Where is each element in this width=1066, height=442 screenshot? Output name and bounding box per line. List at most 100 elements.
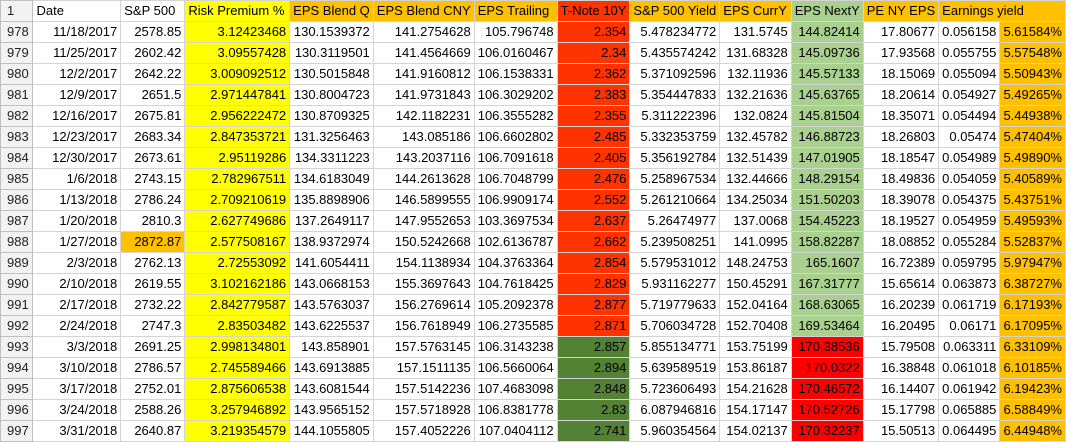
cell-earnings-yield-pct[interactable]: 5.97947% xyxy=(999,252,1066,274)
cell-sp500[interactable]: 2810.3 xyxy=(120,210,186,232)
column-header-risk-premium[interactable]: Risk Premium % xyxy=(184,0,291,22)
cell-pe-ny-eps[interactable]: 16.14407 xyxy=(862,378,940,400)
cell-sp500-yield[interactable]: 5.931162277 xyxy=(629,273,721,295)
cell-sp500-yield[interactable]: 5.356192784 xyxy=(629,147,721,169)
cell-sp500-yield[interactable]: 5.311222396 xyxy=(629,105,721,127)
cell-earnings-yield-ratio[interactable]: 0.054927 xyxy=(938,84,1001,106)
cell-eps-curry[interactable]: 152.04164 xyxy=(719,294,792,316)
row-number[interactable]: 979 xyxy=(0,42,34,64)
row-header[interactable]: 1 xyxy=(0,0,34,22)
cell-eps-curry[interactable]: 132.45782 xyxy=(719,126,792,148)
row-number[interactable]: 981 xyxy=(0,84,34,106)
cell-earnings-yield-pct[interactable]: 6.10185% xyxy=(999,357,1066,379)
cell-eps-blend-cny[interactable]: 157.5763145 xyxy=(372,336,475,358)
cell-pe-ny-eps[interactable]: 16.38848 xyxy=(862,357,940,379)
cell-eps-nexty[interactable]: 158.82287 xyxy=(790,231,864,253)
cell-sp500[interactable]: 2786.57 xyxy=(120,357,186,379)
row-number[interactable]: 980 xyxy=(0,63,34,85)
cell-eps-curry[interactable]: 154.21628 xyxy=(719,378,792,400)
cell-risk-premium[interactable]: 3.009092512 xyxy=(184,63,291,85)
cell-tnote-10y[interactable]: 2.877 xyxy=(556,294,631,316)
cell-risk-premium[interactable]: 2.782967511 xyxy=(184,168,291,190)
cell-earnings-yield-pct[interactable]: 5.61584% xyxy=(999,21,1066,43)
cell-eps-blend-cny[interactable]: 157.4052226 xyxy=(372,420,475,442)
cell-earnings-yield-ratio[interactable]: 0.054059 xyxy=(938,168,1001,190)
cell-sp500-yield[interactable]: 5.354447833 xyxy=(629,84,721,106)
cell-date[interactable]: 1/27/2018 xyxy=(32,231,122,253)
cell-eps-blend-q[interactable]: 130.5015848 xyxy=(289,63,374,85)
cell-eps-curry[interactable]: 132.21636 xyxy=(719,84,792,106)
cell-pe-ny-eps[interactable]: 18.35071 xyxy=(862,105,940,127)
cell-eps-trailing[interactable]: 106.3029202 xyxy=(473,84,558,106)
cell-earnings-yield-pct[interactable]: 6.17193% xyxy=(999,294,1066,316)
cell-eps-trailing[interactable]: 106.5660064 xyxy=(473,357,558,379)
cell-earnings-yield-ratio[interactable]: 0.063873 xyxy=(938,273,1001,295)
cell-date[interactable]: 3/3/2018 xyxy=(32,336,122,358)
cell-earnings-yield-pct[interactable]: 5.40589% xyxy=(999,168,1066,190)
cell-eps-trailing[interactable]: 106.2735585 xyxy=(473,315,558,337)
cell-date[interactable]: 1/20/2018 xyxy=(32,210,122,232)
cell-sp500-yield[interactable]: 5.371092596 xyxy=(629,63,721,85)
column-header-date[interactable]: Date xyxy=(32,0,122,22)
row-number[interactable]: 995 xyxy=(0,378,34,400)
cell-date[interactable]: 1/13/2018 xyxy=(32,189,122,211)
cell-eps-blend-q[interactable]: 143.6081544 xyxy=(289,378,374,400)
column-header-eps-nexty[interactable]: EPS NextY xyxy=(790,0,864,22)
cell-eps-blend-cny[interactable]: 150.5242668 xyxy=(372,231,475,253)
row-number[interactable]: 993 xyxy=(0,336,34,358)
cell-earnings-yield-ratio[interactable]: 0.055094 xyxy=(938,63,1001,85)
cell-eps-trailing[interactable]: 106.0160467 xyxy=(473,42,558,64)
cell-eps-blend-cny[interactable]: 147.9552653 xyxy=(372,210,475,232)
cell-eps-nexty[interactable]: 170.46572 xyxy=(790,378,864,400)
cell-eps-blend-cny[interactable]: 155.3697643 xyxy=(372,273,475,295)
cell-risk-premium[interactable]: 2.956222472 xyxy=(184,105,291,127)
cell-sp500-yield[interactable]: 6.087946816 xyxy=(629,399,721,421)
cell-eps-blend-cny[interactable]: 143.2037116 xyxy=(372,147,475,169)
cell-tnote-10y[interactable]: 2.354 xyxy=(556,21,631,43)
cell-eps-blend-q[interactable]: 130.1539372 xyxy=(289,21,374,43)
row-number[interactable]: 984 xyxy=(0,147,34,169)
cell-sp500[interactable]: 2732.22 xyxy=(120,294,186,316)
cell-eps-blend-cny[interactable]: 144.2613628 xyxy=(372,168,475,190)
cell-sp500[interactable]: 2619.55 xyxy=(120,273,186,295)
cell-eps-trailing[interactable]: 106.3555282 xyxy=(473,105,558,127)
cell-date[interactable]: 2/24/2018 xyxy=(32,315,122,337)
cell-risk-premium[interactable]: 2.998134801 xyxy=(184,336,291,358)
cell-sp500-yield[interactable]: 5.478234772 xyxy=(629,21,721,43)
cell-pe-ny-eps[interactable]: 15.65614 xyxy=(862,273,940,295)
cell-earnings-yield-pct[interactable]: 5.49593% xyxy=(999,210,1066,232)
row-number[interactable]: 992 xyxy=(0,315,34,337)
cell-earnings-yield-ratio[interactable]: 0.06171 xyxy=(938,315,1001,337)
cell-date[interactable]: 3/24/2018 xyxy=(32,399,122,421)
cell-risk-premium[interactable]: 3.12423468 xyxy=(184,21,291,43)
cell-earnings-yield-ratio[interactable]: 0.065885 xyxy=(938,399,1001,421)
row-number[interactable]: 996 xyxy=(0,399,34,421)
cell-eps-nexty[interactable]: 165.1607 xyxy=(790,252,864,274)
column-header-eps-blend-q[interactable]: EPS Blend Q xyxy=(289,0,374,22)
cell-tnote-10y[interactable]: 2.829 xyxy=(556,273,631,295)
row-number[interactable]: 978 xyxy=(0,21,34,43)
cell-eps-blend-cny[interactable]: 157.5142236 xyxy=(372,378,475,400)
cell-earnings-yield-ratio[interactable]: 0.055755 xyxy=(938,42,1001,64)
cell-eps-nexty[interactable]: 145.63765 xyxy=(790,84,864,106)
cell-pe-ny-eps[interactable]: 15.79508 xyxy=(862,336,940,358)
column-header-eps-curry[interactable]: EPS CurrY xyxy=(719,0,792,22)
cell-pe-ny-eps[interactable]: 18.26803 xyxy=(862,126,940,148)
cell-eps-curry[interactable]: 153.86187 xyxy=(719,357,792,379)
cell-earnings-yield-ratio[interactable]: 0.054494 xyxy=(938,105,1001,127)
row-number[interactable]: 997 xyxy=(0,420,34,442)
cell-earnings-yield-pct[interactable]: 5.49890% xyxy=(999,147,1066,169)
cell-eps-nexty[interactable]: 147.01905 xyxy=(790,147,864,169)
cell-earnings-yield-ratio[interactable]: 0.063311 xyxy=(938,336,1001,358)
cell-risk-premium[interactable]: 3.09557428 xyxy=(184,42,291,64)
cell-sp500[interactable]: 2602.42 xyxy=(120,42,186,64)
cell-eps-blend-q[interactable]: 138.9372974 xyxy=(289,231,374,253)
cell-earnings-yield-pct[interactable]: 5.49265% xyxy=(999,84,1066,106)
cell-eps-trailing[interactable]: 106.3143238 xyxy=(473,336,558,358)
cell-earnings-yield-pct[interactable]: 6.17095% xyxy=(999,315,1066,337)
cell-sp500-yield[interactable]: 5.706034728 xyxy=(629,315,721,337)
cell-earnings-yield-pct[interactable]: 5.50943% xyxy=(999,63,1066,85)
cell-sp500-yield[interactable]: 5.960354564 xyxy=(629,420,721,442)
cell-sp500[interactable]: 2673.61 xyxy=(120,147,186,169)
cell-date[interactable]: 2/10/2018 xyxy=(32,273,122,295)
